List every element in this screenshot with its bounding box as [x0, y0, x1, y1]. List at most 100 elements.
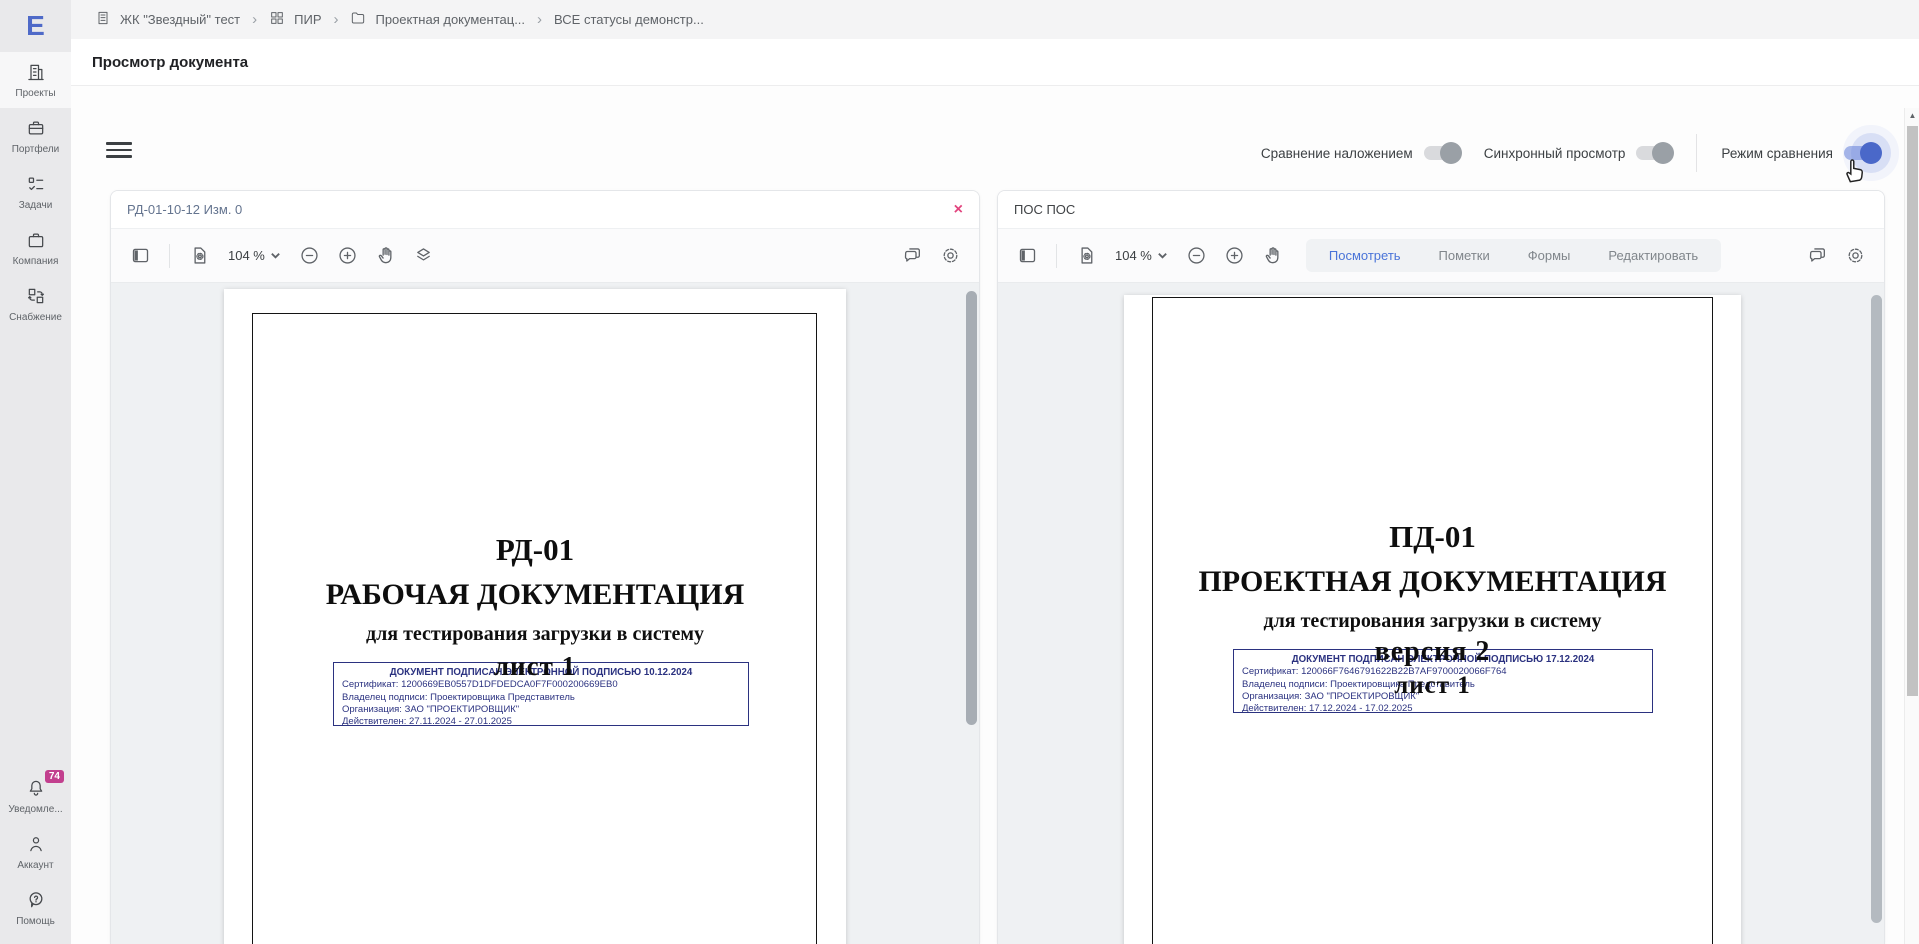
sidebar-item-label: Помощь	[16, 916, 55, 927]
right-document-area[interactable]: ПД-01 ПРОЕКТНАЯ ДОКУМЕНТАЦИЯ для тестиро…	[998, 283, 1884, 944]
divider	[1056, 244, 1057, 268]
pan-hand-button[interactable]	[369, 239, 403, 273]
building-icon	[95, 10, 111, 29]
suitcase-icon	[26, 230, 46, 253]
chevron-right-icon: ›	[252, 11, 257, 28]
divider	[169, 244, 170, 268]
page-settings-icon[interactable]	[1069, 239, 1103, 273]
tab-view[interactable]: Посмотреть	[1310, 243, 1420, 268]
sidebar-item-label: Портфели	[12, 144, 60, 155]
sidebar-panel-toggle-button[interactable]	[123, 239, 157, 273]
sync-view-toggle[interactable]	[1636, 146, 1672, 160]
divider	[1696, 134, 1697, 172]
overlay-compare-toggle-group[interactable]: Сравнение наложением	[1261, 146, 1460, 161]
sheet-number: лист 1	[1124, 672, 1741, 700]
zoom-level-value: 104 %	[228, 248, 265, 263]
tab-forms[interactable]: Формы	[1509, 243, 1590, 268]
stamp-owner: Владелец подписи: Проектировщика Предста…	[342, 692, 740, 704]
layers-button[interactable]	[407, 239, 441, 273]
breadcrumb-item-document[interactable]: ВСЕ статусы демонстр...	[554, 12, 704, 27]
viewer-mode-tabs: Посмотреть Пометки Формы Редактировать	[1306, 239, 1721, 272]
chevron-down-icon	[270, 250, 281, 261]
zoom-out-button[interactable]	[293, 239, 327, 273]
left-panel-scrollbar[interactable]	[966, 291, 977, 725]
sidebar-item-portfolios[interactable]: Портфели	[0, 108, 71, 164]
left-document-area[interactable]: РД-01 РАБОЧАЯ ДОКУМЕНТАЦИЯ для тестирова…	[111, 283, 979, 944]
zoom-out-button[interactable]	[1180, 239, 1214, 273]
breadcrumb-label: ВСЕ статусы демонстр...	[554, 12, 704, 27]
sidebar-item-label: Снабжение	[9, 312, 62, 323]
breadcrumb-label: ЖК "Звездный" тест	[120, 12, 240, 27]
sidebar-item-help[interactable]: Помощь	[0, 880, 71, 936]
chevron-right-icon: ›	[333, 11, 338, 28]
swap-boxes-icon	[26, 286, 46, 309]
page-settings-icon[interactable]	[182, 239, 216, 273]
stamp-validity: Действителен: 27.11.2024 - 27.01.2025	[342, 716, 740, 728]
comments-button[interactable]	[895, 239, 929, 273]
chevron-down-icon	[1157, 250, 1168, 261]
right-pdf-toolbar: 104 % Посмотреть Пометки Формы Редактиро…	[998, 229, 1884, 283]
pan-hand-button[interactable]	[1256, 239, 1290, 273]
sidebar-item-supply[interactable]: Снабжение	[0, 276, 71, 332]
building-icon	[26, 62, 46, 85]
doc-subtitle: для тестирования загрузки в систему	[224, 623, 846, 646]
grid-icon	[269, 10, 285, 29]
version-mark: версия 2	[1124, 636, 1741, 668]
doc-code: ПД-01	[1124, 519, 1741, 555]
zoom-level-value: 104 %	[1115, 248, 1152, 263]
sync-view-toggle-group[interactable]: Синхронный просмотр	[1484, 146, 1673, 161]
sidebar-item-company[interactable]: Компания	[0, 220, 71, 276]
scroll-up-arrow-icon[interactable]: ▲	[1905, 111, 1919, 120]
sync-view-label: Синхронный просмотр	[1484, 146, 1626, 161]
sidebar-item-tasks[interactable]: Задачи	[0, 164, 71, 220]
doc-subtitle: для тестирования загрузки в систему	[1124, 610, 1741, 633]
sidebar-panel-toggle-button[interactable]	[1010, 239, 1044, 273]
left-pdf-toolbar: 104 %	[111, 229, 979, 283]
viewer-settings-gear-icon[interactable]	[933, 239, 967, 273]
tasks-icon	[26, 174, 46, 197]
breadcrumb: ЖК "Звездный" тест › ПИР › Проектная док…	[71, 0, 1919, 39]
sidebar-item-label: Аккаунт	[17, 860, 53, 871]
page-header: Просмотр документа	[71, 39, 1919, 86]
tab-edit[interactable]: Редактировать	[1589, 243, 1717, 268]
zoom-level-control[interactable]: 104 %	[220, 248, 289, 263]
zoom-in-button[interactable]	[1218, 239, 1252, 273]
sidebar: E Проекты Портфели Задачи Компания Снабж…	[0, 0, 71, 944]
viewer-settings-gear-icon[interactable]	[1838, 239, 1872, 273]
breadcrumb-label: ПИР	[294, 12, 321, 27]
chevron-right-icon: ›	[537, 11, 542, 28]
bell-icon	[26, 778, 46, 801]
breadcrumb-item-project[interactable]: ЖК "Звездный" тест	[95, 10, 240, 29]
breadcrumb-item-folder[interactable]: Проектная документац...	[350, 10, 525, 29]
overlay-compare-toggle[interactable]	[1424, 146, 1460, 160]
right-viewer-titlebar: ПОС ПОС	[998, 191, 1884, 229]
zoom-level-control[interactable]: 104 %	[1107, 248, 1176, 263]
left-document-page: РД-01 РАБОЧАЯ ДОКУМЕНТАЦИЯ для тестирова…	[224, 289, 846, 944]
stamp-validity: Действителен: 17.12.2024 - 17.02.2025	[1242, 703, 1644, 715]
right-viewer-panel: ПОС ПОС 104 % Посмотреть Пометки Формы Р…	[997, 190, 1885, 944]
left-viewer-panel: РД-01-10-12 Изм. 0 × 104 % РД-01 РАБОЧАЯ	[110, 190, 980, 944]
doc-type: ПРОЕКТНАЯ ДОКУМЕНТАЦИЯ	[1124, 565, 1741, 599]
close-icon[interactable]: ×	[954, 202, 963, 218]
app-root: E Проекты Портфели Задачи Компания Снабж…	[0, 0, 1919, 944]
stamp-organization: Организация: ЗАО "ПРОЕКТИРОВЩИК"	[342, 704, 740, 716]
window-scrollbar-thumb[interactable]	[1907, 126, 1918, 696]
right-panel-scrollbar[interactable]	[1871, 295, 1882, 923]
breadcrumb-item-pir[interactable]: ПИР	[269, 10, 321, 29]
sidebar-item-label: Уведомле...	[8, 804, 62, 815]
folder-icon	[350, 10, 366, 29]
app-logo[interactable]: E	[0, 0, 71, 52]
page-title: Просмотр документа	[92, 54, 248, 71]
sidebar-item-projects[interactable]: Проекты	[0, 52, 71, 108]
compare-mode-label: Режим сравнения	[1721, 146, 1833, 161]
tab-annotations[interactable]: Пометки	[1420, 243, 1509, 268]
left-viewer-titlebar: РД-01-10-12 Изм. 0 ×	[111, 191, 979, 229]
comments-button[interactable]	[1800, 239, 1834, 273]
compare-controls: Сравнение наложением Синхронный просмотр…	[1261, 136, 1880, 170]
sheet-number: лист 1	[224, 651, 846, 682]
zoom-in-button[interactable]	[331, 239, 365, 273]
sidebar-item-account[interactable]: Аккаунт	[0, 824, 71, 880]
sidebar-item-notifications[interactable]: 74 Уведомле...	[0, 768, 71, 824]
window-scrollbar[interactable]: ▲	[1904, 108, 1919, 944]
menu-hamburger-button[interactable]	[106, 138, 132, 162]
